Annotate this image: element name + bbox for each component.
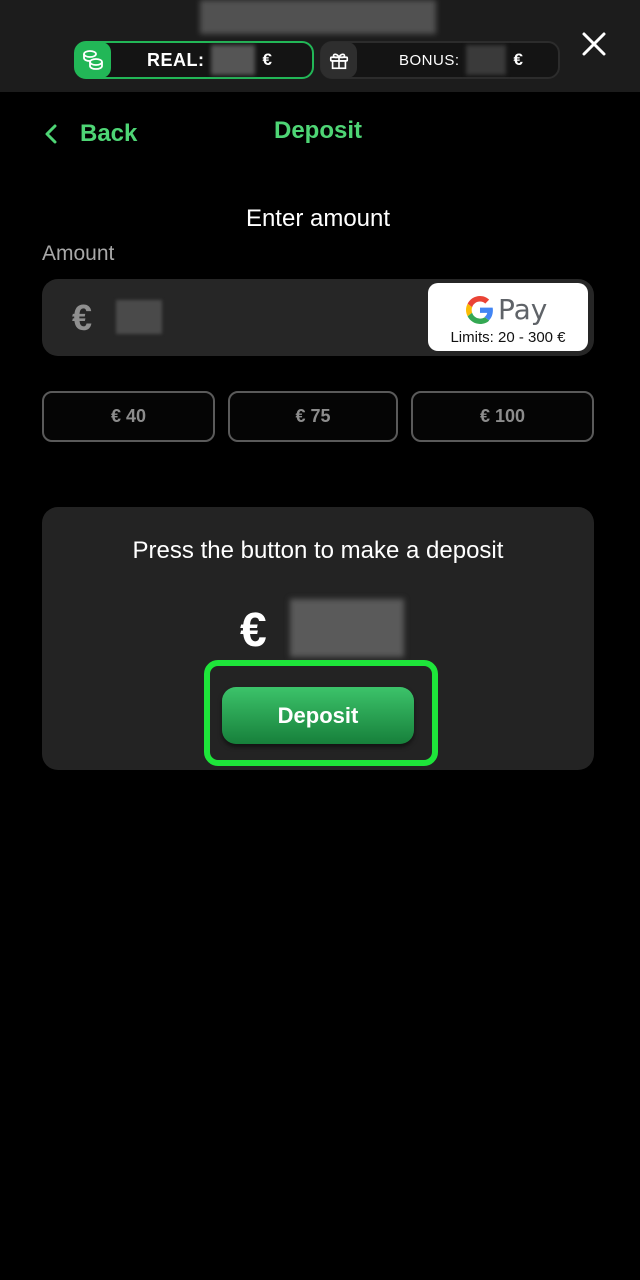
real-currency: €	[262, 50, 272, 69]
enter-amount-heading: Enter amount	[245, 205, 391, 232]
real-balance-pill[interactable]: REAL: €	[74, 41, 314, 79]
real-label: REAL:	[147, 49, 205, 70]
google-pay-logo: Pay	[466, 293, 547, 326]
amount-input[interactable]: € Pay Limits: 20 - 300 €	[42, 279, 594, 356]
deposit-limits: Limits: 20 - 300 €	[450, 329, 566, 346]
gpay-pay-text: Pay	[498, 293, 548, 326]
google-g-icon	[466, 295, 493, 324]
amount-currency: €	[72, 297, 93, 338]
top-bar: REAL: € BONUS: €	[0, 0, 640, 92]
bonus-currency: €	[513, 50, 523, 69]
redacted-header	[200, 0, 436, 34]
bonus-label: BONUS:	[399, 51, 460, 69]
quick-amount-40[interactable]: € 40	[42, 391, 215, 442]
gift-icon	[321, 42, 357, 78]
deposit-currency: €	[240, 604, 267, 657]
redacted-real-amount	[210, 45, 255, 75]
deposit-confirm-card: Press the button to make a deposit € Dep…	[42, 507, 594, 770]
coins-icon	[75, 42, 111, 78]
quick-amount-100[interactable]: € 100	[411, 391, 594, 442]
redacted-bonus-amount	[465, 45, 506, 75]
payment-method-google-pay[interactable]: Pay Limits: 20 - 300 €	[428, 283, 588, 351]
deposit-prompt: Press the button to make a deposit	[132, 537, 504, 564]
close-icon	[582, 32, 606, 56]
redacted-deposit-amount	[290, 599, 404, 657]
page-title: Deposit	[273, 117, 362, 144]
deposit-button[interactable]: Deposit	[222, 687, 414, 744]
redacted-amount-value	[116, 300, 162, 334]
quick-amount-75[interactable]: € 75	[228, 391, 398, 442]
amount-label: Amount	[42, 242, 115, 265]
quick-amounts: € 40 € 75 € 100	[42, 391, 594, 442]
close-button[interactable]	[578, 28, 610, 60]
bonus-balance-pill[interactable]: BONUS: €	[320, 41, 560, 79]
